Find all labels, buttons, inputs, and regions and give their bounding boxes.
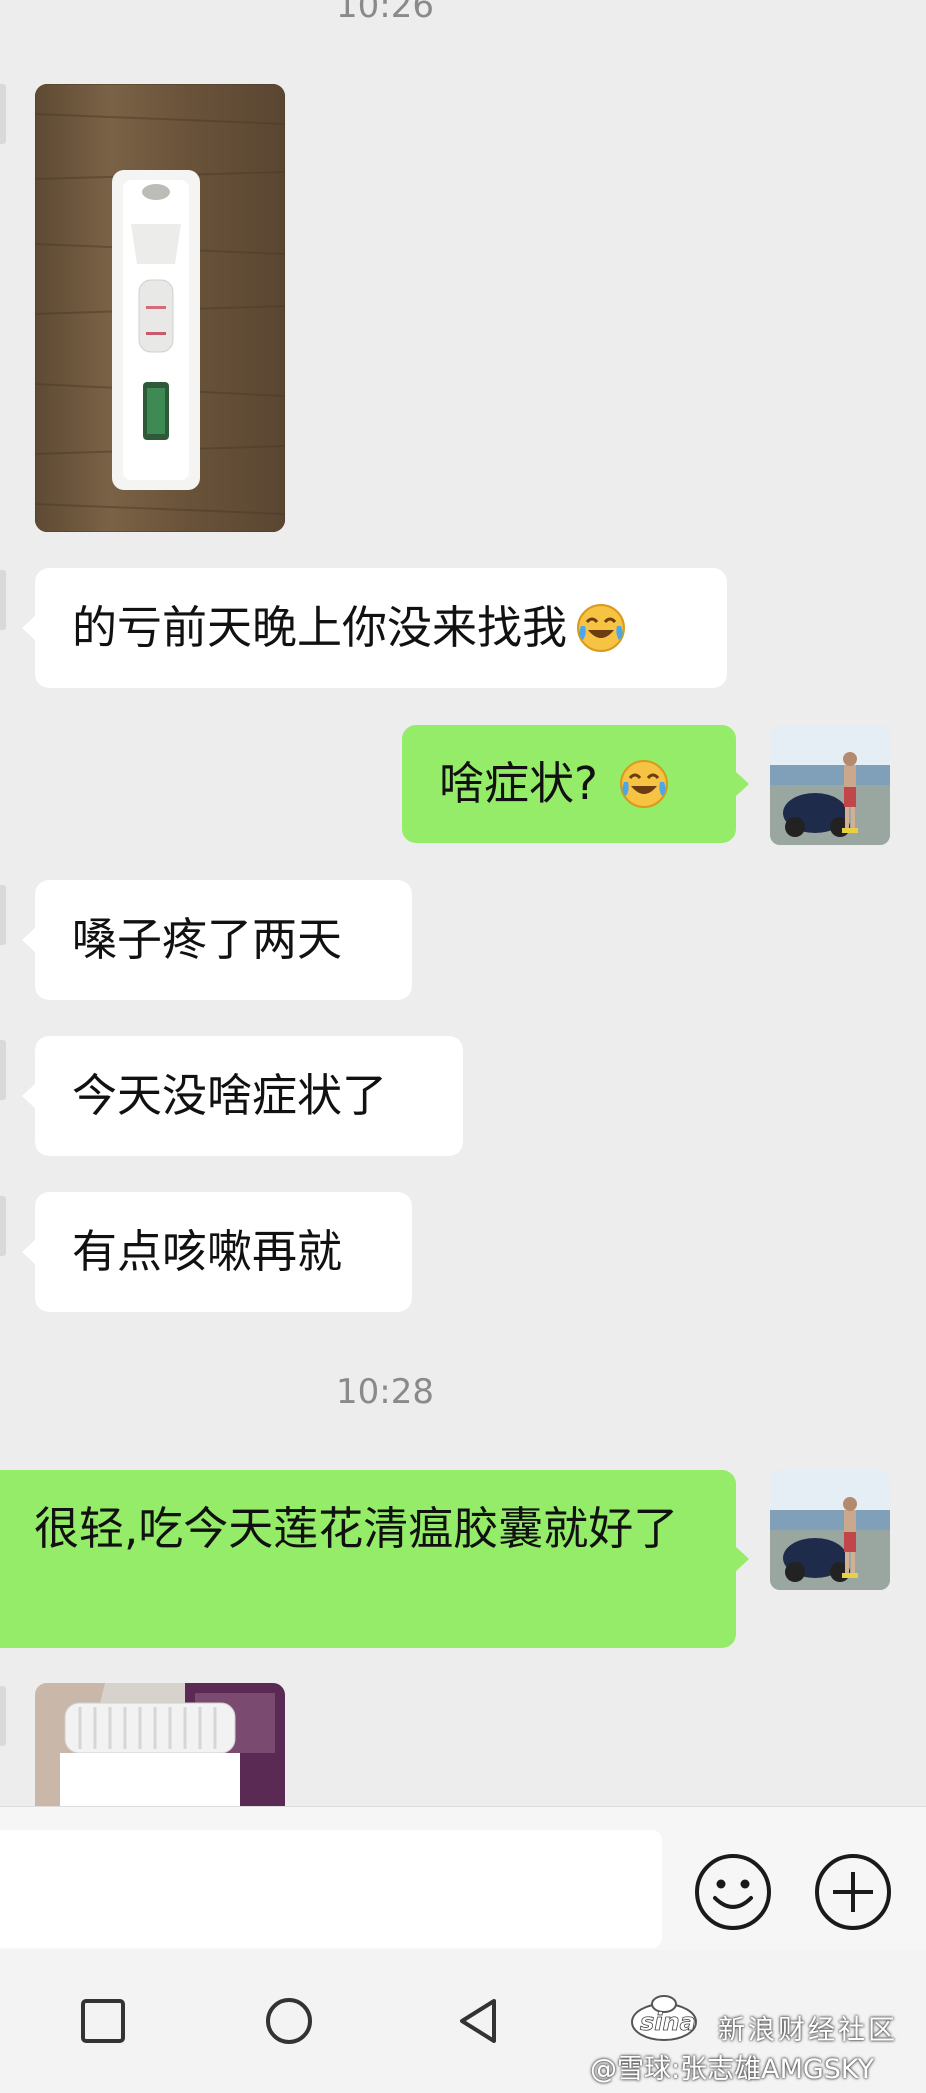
system-navigation-bar: sina 新浪财经社区 @雪球:张志雄AMGSKY xyxy=(0,1950,926,2093)
message-composer xyxy=(0,1806,926,1951)
circle-icon[interactable] xyxy=(264,1996,314,2046)
sina-logo-icon: sina xyxy=(631,1995,697,2041)
message-text: 今天没啥症状了 xyxy=(72,1069,388,1122)
message-text: 有点咳嗽再就 xyxy=(72,1225,343,1278)
emoji-icon[interactable] xyxy=(693,1852,773,1932)
incoming-message[interactable]: 的亏前天晚上你没来找我 xyxy=(22,568,727,688)
message-input[interactable] xyxy=(0,1830,662,1948)
watermark-line2: @雪球:张志雄AMGSKY xyxy=(590,2054,875,2085)
user-avatar-photo xyxy=(770,1470,890,1590)
message-text: 的亏前天晚上你没来找我 xyxy=(72,601,568,654)
user-avatar[interactable] xyxy=(770,725,890,845)
contact-avatar-edge xyxy=(0,1196,6,1256)
incoming-message[interactable]: 今天没啥症状了 xyxy=(22,1036,463,1156)
user-avatar[interactable] xyxy=(770,1470,890,1590)
square-icon[interactable] xyxy=(80,1998,126,2044)
incoming-message[interactable]: 嗓子疼了两天 xyxy=(22,880,412,1000)
contact-avatar-edge xyxy=(0,570,6,630)
contact-avatar-edge xyxy=(0,1686,6,1746)
plus-icon[interactable] xyxy=(813,1852,893,1932)
test-kit-photo xyxy=(35,84,285,532)
face-with-tears-of-joy-icon xyxy=(619,760,668,808)
contact-avatar-edge xyxy=(0,1040,6,1100)
message-text: 嗓子疼了两天 xyxy=(72,913,343,966)
triangle-back-icon[interactable] xyxy=(456,1996,502,2046)
contact-avatar-edge xyxy=(0,885,6,945)
svg-text:sina: sina xyxy=(640,2008,696,2036)
incoming-message[interactable]: 有点咳嗽再就 xyxy=(22,1192,412,1312)
image-message-test-kit[interactable] xyxy=(35,84,285,532)
watermark-line1: 新浪财经社区 xyxy=(718,2015,898,2046)
medicine-bottle-photo xyxy=(35,1683,285,1806)
face-with-tears-of-joy-icon xyxy=(577,604,626,652)
contact-avatar-edge xyxy=(0,84,6,144)
outgoing-message[interactable]: 啥症状? xyxy=(402,725,749,843)
message-text: 啥症状? xyxy=(439,757,598,810)
timestamp: 10:28 xyxy=(336,1372,434,1412)
message-text: 很轻,吃今天莲花清瘟胶囊就好了 xyxy=(34,1502,679,1555)
outgoing-message[interactable]: 很轻,吃今天莲花清瘟胶囊就好了 xyxy=(0,1470,749,1648)
user-avatar-photo xyxy=(770,725,890,845)
image-message-medicine-bottle[interactable] xyxy=(35,1683,285,1806)
timestamp: 10:26 xyxy=(336,0,434,26)
